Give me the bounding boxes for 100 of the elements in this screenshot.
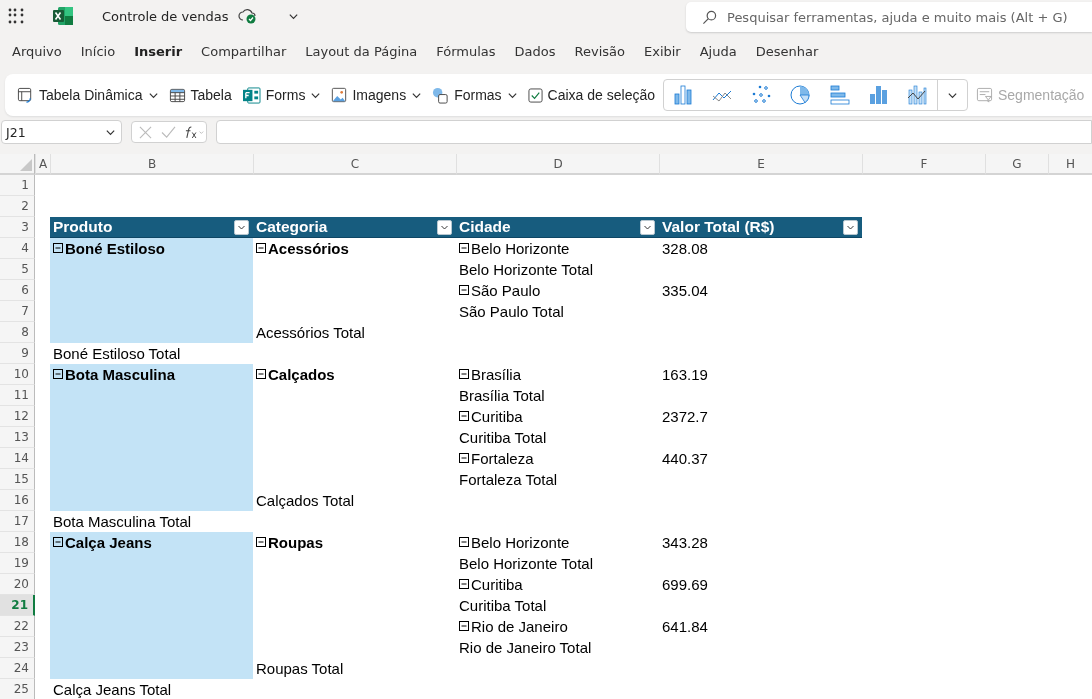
menu-tab[interactable]: Ajuda — [692, 36, 744, 66]
menu-tab[interactable]: Arquivo — [5, 36, 69, 66]
pivot-cell-text: Bota Masculina Total — [53, 513, 192, 530]
collapse-icon[interactable] — [459, 411, 470, 422]
row-header[interactable]: 11 — [0, 385, 35, 406]
pivot-table-icon — [17, 86, 34, 104]
row-header[interactable]: 4 — [0, 238, 35, 259]
pivot-cell-text: Brasília — [471, 366, 522, 383]
menu-tab[interactable]: Compartilhar — [194, 36, 294, 66]
collapse-icon[interactable] — [459, 537, 470, 548]
column-header[interactable]: G — [985, 154, 1048, 175]
app-launcher-icon[interactable] — [8, 8, 24, 24]
menu-tab[interactable]: Exibir — [637, 36, 688, 66]
column-header[interactable]: B — [50, 154, 253, 175]
filter-button[interactable] — [640, 219, 655, 235]
row-header[interactable]: 23 — [0, 637, 35, 658]
pivot-header-label: Cidade — [459, 218, 511, 236]
collapse-icon[interactable] — [53, 243, 64, 254]
filter-button[interactable] — [234, 219, 249, 235]
menu-tab[interactable]: Dados — [507, 36, 563, 66]
collapse-icon[interactable] — [53, 537, 64, 548]
pivot-cell-text: Boné Estiloso Total — [53, 345, 181, 362]
collapse-icon[interactable] — [256, 537, 267, 548]
row-header[interactable]: 19 — [0, 553, 35, 574]
document-title[interactable]: Controle de vendas — [102, 8, 229, 24]
formula-input[interactable] — [216, 120, 1092, 144]
search-icon — [702, 9, 717, 25]
row-header[interactable]: 12 — [0, 406, 35, 427]
checkbox-icon — [527, 87, 543, 103]
row-header[interactable]: 8 — [0, 322, 35, 343]
ribbon-button[interactable]: Tabela Dinâmica — [15, 83, 161, 107]
pivot-cell-text: São Paulo — [471, 282, 541, 299]
column-header[interactable]: H — [1048, 154, 1092, 175]
pivot-header-label: Produto — [53, 218, 113, 236]
row-header[interactable]: 3 — [0, 217, 35, 238]
row-header[interactable]: 22 — [0, 616, 35, 637]
row-header[interactable]: 7 — [0, 301, 35, 322]
row-header[interactable]: 2 — [0, 196, 35, 217]
combo-chart-icon — [907, 84, 928, 106]
collapse-icon[interactable] — [459, 453, 470, 464]
pivot-cell-text: Curitiba — [471, 408, 523, 425]
column-header[interactable]: F — [862, 154, 985, 175]
row-header[interactable]: 10 — [0, 364, 35, 385]
menu-tab[interactable]: Desenhar — [748, 36, 826, 66]
pivot-cell-text: Rio de Janeiro — [471, 618, 568, 635]
row-header[interactable]: 20 — [0, 574, 35, 595]
collapse-icon[interactable] — [256, 369, 267, 380]
ribbon-button[interactable]: Forms — [239, 83, 324, 107]
row-header[interactable]: 25 — [0, 679, 35, 699]
filter-button[interactable] — [843, 219, 858, 235]
filter-button[interactable] — [437, 219, 452, 235]
menu-tab[interactable]: Layout da Página — [298, 36, 425, 66]
pivot-cell-text: Curitiba Total — [459, 429, 547, 446]
pivot-cell-text: Fortaleza — [471, 450, 534, 467]
pivot-cell-text: Roupas — [268, 534, 323, 551]
menu-tab[interactable]: Início — [73, 36, 123, 66]
column-header[interactable]: A — [35, 154, 50, 175]
search-field[interactable]: Pesquisar ferramentas, ajuda e muito mais (Alt + G) — [686, 2, 1092, 32]
row-header[interactable]: 6 — [0, 280, 35, 301]
pivot-cell-text: Fortaleza Total — [459, 471, 558, 488]
ribbon-button[interactable]: Tabela — [166, 83, 234, 107]
collapse-icon[interactable] — [459, 579, 470, 590]
row-header[interactable]: 5 — [0, 259, 35, 280]
collapse-icon[interactable] — [256, 243, 267, 254]
pie-chart-icon — [790, 84, 811, 106]
menu-tab[interactable]: Revisão — [567, 36, 632, 66]
row-header[interactable]: 14 — [0, 448, 35, 469]
collapse-icon[interactable] — [459, 243, 470, 254]
collapse-icon[interactable] — [459, 369, 470, 380]
column-header[interactable]: C — [253, 154, 456, 175]
table-icon — [168, 86, 186, 104]
bar-chart-icon — [829, 84, 850, 106]
insert-function-icon[interactable] — [185, 125, 205, 139]
pivot-header-label: Categoria — [256, 218, 328, 236]
collapse-icon[interactable] — [459, 621, 470, 632]
row-header[interactable]: 16 — [0, 490, 35, 511]
row-header[interactable]: 1 — [0, 175, 35, 196]
pivot-cell-text: Calçados — [268, 366, 335, 383]
row-header[interactable]: 21 — [0, 595, 35, 616]
row-header[interactable]: 24 — [0, 658, 35, 679]
collapse-icon[interactable] — [459, 285, 470, 296]
row-header[interactable]: 18 — [0, 532, 35, 553]
collapse-icon[interactable] — [53, 369, 64, 380]
pivot-cell-text: 328.08 — [662, 240, 708, 257]
menu-tab[interactable]: Fórmulas — [429, 36, 503, 66]
scatter-chart-icon — [751, 84, 772, 106]
ribbon-button[interactable]: Imagens — [329, 84, 425, 106]
slicer-icon — [976, 86, 993, 104]
pivot-cell-text: Bota Masculina — [65, 366, 176, 383]
row-header[interactable]: 17 — [0, 511, 35, 532]
row-header[interactable]: 9 — [0, 343, 35, 364]
row-header[interactable]: 15 — [0, 469, 35, 490]
row-header[interactable]: 13 — [0, 427, 35, 448]
column-header[interactable]: E — [659, 154, 862, 175]
column-header[interactable]: D — [456, 154, 659, 175]
menu-tab[interactable]: Inserir — [127, 36, 190, 66]
ribbon-button[interactable]: Caixa de seleção — [525, 84, 657, 106]
name-box[interactable]: J21 — [1, 120, 122, 144]
ribbon-button[interactable]: Formas — [430, 83, 520, 107]
pivot-cell-text: 440.37 — [662, 450, 708, 467]
